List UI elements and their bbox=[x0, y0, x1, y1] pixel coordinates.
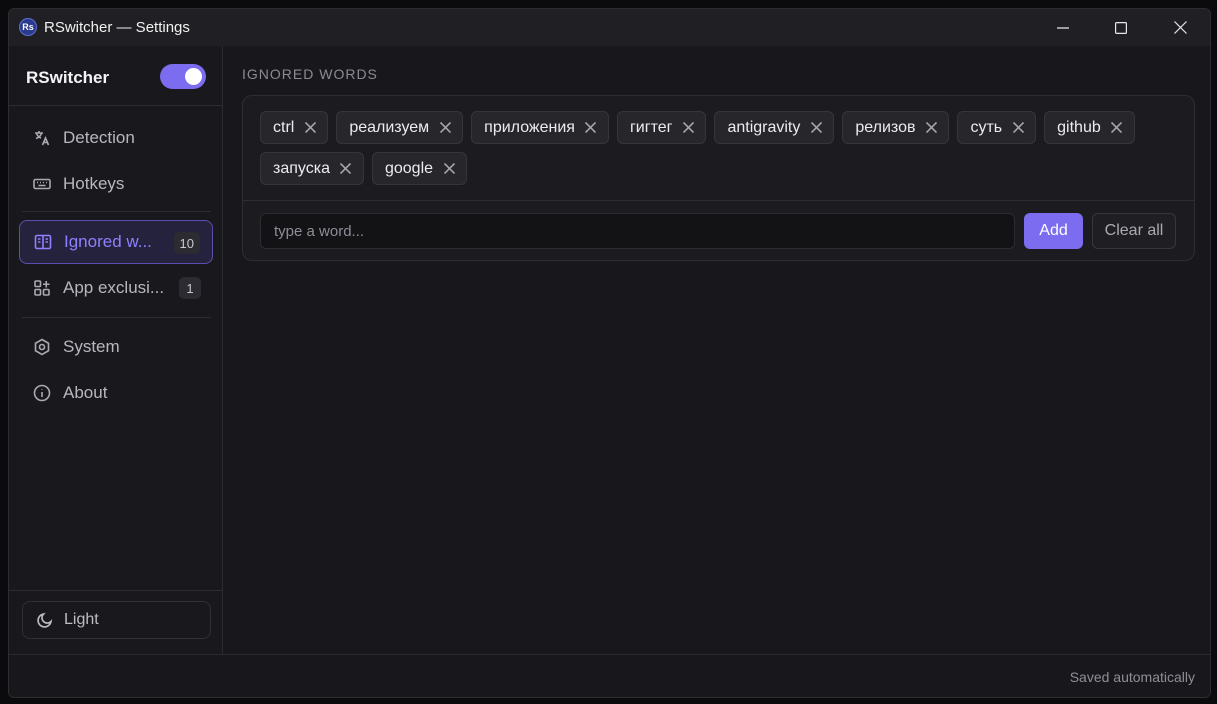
window-title: RSwitcher — Settings bbox=[44, 19, 190, 36]
sidebar-item-system[interactable]: System bbox=[19, 325, 213, 369]
minimize-icon bbox=[1057, 26, 1069, 29]
minimize-button[interactable] bbox=[1034, 9, 1092, 46]
divider bbox=[22, 211, 211, 212]
word-chip: реализуем bbox=[336, 111, 464, 144]
word-chip-label: приложения bbox=[484, 118, 575, 136]
sidebar-item-label: App exclusi... bbox=[63, 278, 165, 297]
clear-all-button[interactable]: Clear all bbox=[1092, 213, 1176, 249]
word-chip: google bbox=[371, 152, 468, 185]
count-badge: 1 bbox=[179, 277, 201, 299]
remove-word-icon[interactable] bbox=[682, 122, 694, 134]
sidebar-item-label: Ignored w... bbox=[64, 232, 152, 251]
word-chip-label: ctrl bbox=[273, 118, 295, 136]
ignored-words-card: ctrl реализуем приложения гигтег antigravity… bbox=[242, 95, 1195, 261]
word-chip: приложения bbox=[471, 111, 609, 144]
word-chip-label: google bbox=[384, 159, 434, 177]
moon-icon bbox=[37, 612, 53, 628]
word-chip-label: antigravity bbox=[727, 118, 801, 136]
enable-toggle[interactable] bbox=[160, 64, 206, 89]
remove-word-icon[interactable] bbox=[443, 163, 455, 175]
info-icon bbox=[33, 384, 51, 402]
toggle-knob bbox=[185, 68, 202, 85]
settings-window: Rs RSwitcher — Settings RSwitcher Detect… bbox=[8, 8, 1211, 698]
divider bbox=[22, 317, 211, 318]
remove-word-icon[interactable] bbox=[925, 122, 937, 134]
word-chip-label: релизов bbox=[855, 118, 916, 136]
word-chip: релизов bbox=[842, 111, 950, 144]
close-icon bbox=[1173, 21, 1187, 34]
divider bbox=[243, 200, 1194, 201]
brand-name: RSwitcher bbox=[26, 68, 110, 87]
word-chip-label: реализуем bbox=[349, 118, 430, 136]
sidebar-item-about[interactable]: About bbox=[19, 371, 213, 415]
remove-word-icon[interactable] bbox=[810, 122, 822, 134]
word-chip: ctrl bbox=[260, 111, 329, 144]
maximize-icon bbox=[1115, 21, 1127, 34]
title-bar: Rs RSwitcher — Settings bbox=[9, 9, 1210, 46]
sidebar-item-label: Hotkeys bbox=[63, 174, 125, 193]
maximize-button[interactable] bbox=[1092, 9, 1150, 46]
remove-word-icon[interactable] bbox=[1012, 122, 1024, 134]
remove-word-icon[interactable] bbox=[304, 122, 316, 134]
sidebar-item-label: Detection bbox=[63, 128, 135, 147]
app-logo-icon: Rs bbox=[19, 18, 37, 36]
word-chip: гигтег bbox=[616, 111, 707, 144]
count-badge: 10 bbox=[173, 232, 200, 254]
remove-word-icon[interactable] bbox=[439, 122, 451, 134]
word-input[interactable] bbox=[260, 213, 1015, 249]
sidebar-item-app-exclusions[interactable]: App exclusi... 1 bbox=[19, 266, 213, 310]
theme-toggle-label: Light bbox=[64, 611, 99, 628]
sidebar-item-hotkeys[interactable]: Hotkeys bbox=[19, 162, 213, 206]
word-chip: суть bbox=[957, 111, 1037, 144]
status-bar: Saved automatically bbox=[9, 654, 1210, 697]
sidebar-item-ignored-words[interactable]: Ignored w... 10 bbox=[19, 220, 213, 264]
divider bbox=[9, 105, 223, 106]
keyboard-icon bbox=[33, 175, 51, 193]
translate-icon bbox=[33, 129, 51, 147]
save-status: Saved automatically bbox=[1069, 669, 1195, 685]
add-button[interactable]: Add bbox=[1024, 213, 1083, 249]
remove-word-icon[interactable] bbox=[340, 163, 352, 175]
remove-word-icon[interactable] bbox=[1111, 122, 1123, 134]
remove-word-icon[interactable] bbox=[585, 122, 597, 134]
sidebar-item-detection[interactable]: Detection bbox=[19, 116, 213, 160]
word-chip: github bbox=[1044, 111, 1135, 144]
word-chip-label: суть bbox=[970, 118, 1003, 136]
sidebar-item-label: About bbox=[63, 383, 108, 402]
close-button[interactable] bbox=[1151, 9, 1209, 46]
sidebar: RSwitcher Detection Hotkeys Ignored w...… bbox=[9, 46, 223, 654]
sidebar-item-label: System bbox=[63, 337, 120, 356]
hexagon-icon bbox=[33, 338, 51, 356]
word-chip-list: ctrl реализуем приложения гигтег antigravity… bbox=[260, 111, 1180, 185]
book-icon bbox=[34, 233, 52, 251]
word-chip-label: github bbox=[1057, 118, 1101, 136]
divider bbox=[9, 590, 223, 591]
section-title: IGNORED WORDS bbox=[242, 66, 378, 82]
word-chip-label: гигтег bbox=[629, 118, 673, 136]
theme-toggle-button[interactable]: Light bbox=[22, 601, 211, 639]
word-chip-label: запуска bbox=[273, 159, 330, 177]
word-chip: запуска bbox=[260, 152, 364, 185]
apps-icon bbox=[33, 279, 51, 297]
word-chip: antigravity bbox=[714, 111, 835, 144]
